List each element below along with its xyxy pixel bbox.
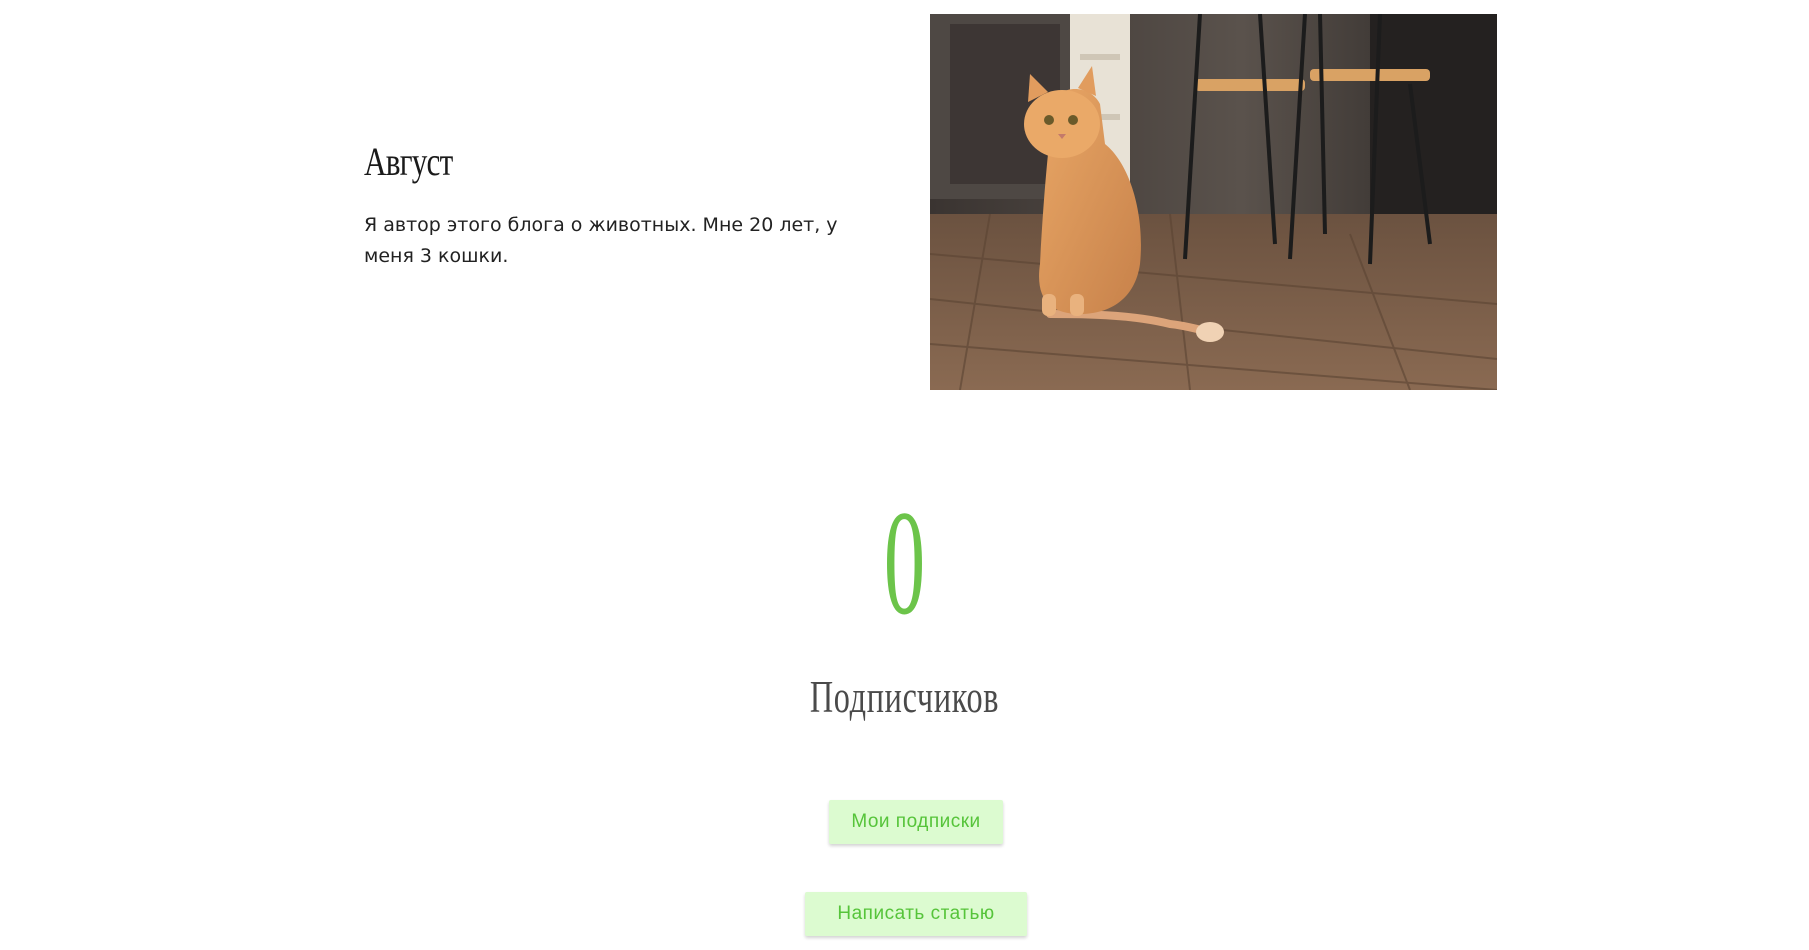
author-bio: Я автор этого блога о животных. Мне 20 л… (364, 214, 838, 267)
subscriber-label: Подписчиков (809, 671, 1000, 722)
author-name: Август (364, 139, 453, 184)
cat-photo (930, 14, 1497, 390)
subscriber-count: 0 (883, 480, 926, 646)
write-article-button[interactable]: Написать статью (805, 892, 1027, 936)
author-profile: Август Я автор этого блога о животных. М… (0, 0, 1809, 420)
my-subscriptions-button[interactable]: Мои подписки (829, 800, 1003, 844)
